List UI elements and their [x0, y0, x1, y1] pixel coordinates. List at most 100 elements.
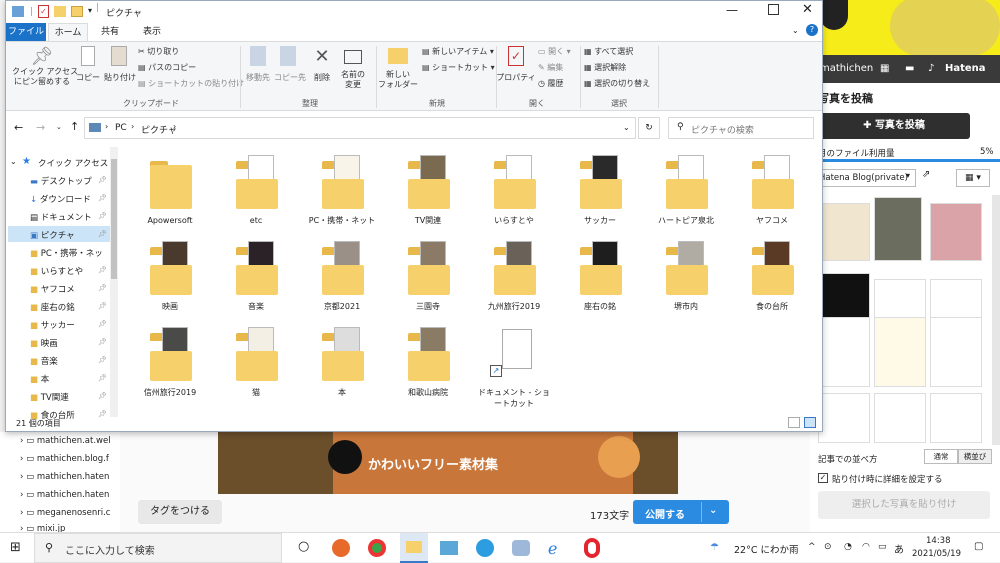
tree-item[interactable]: › ▭ mathichen.blog.f: [20, 454, 109, 464]
folder-item[interactable]: 猫: [220, 325, 292, 409]
edge-icon[interactable]: [476, 539, 494, 557]
folder-item[interactable]: ハートピア泉北: [650, 153, 722, 237]
delete-button[interactable]: ✕ 削除: [310, 46, 334, 83]
view-toggle[interactable]: ▦ ▾: [956, 169, 990, 187]
photo-thumb[interactable]: [930, 393, 982, 443]
photo-thumb[interactable]: [930, 203, 982, 261]
maximize-button[interactable]: [768, 4, 779, 15]
folder-item[interactable]: TV関連: [392, 153, 464, 237]
tree-item[interactable]: › ▭ meganenosenri.c: [20, 508, 110, 518]
paste-photo-button[interactable]: 選択した写真を貼り付け: [818, 491, 990, 519]
nav-desktop[interactable]: ▬ デスクトップ: [30, 175, 92, 187]
tray-icon[interactable]: ◔: [844, 542, 852, 552]
folder-item[interactable]: ヤフコメ: [736, 153, 808, 237]
tab-share[interactable]: 共有: [90, 23, 130, 41]
weather-text[interactable]: 22°C にわか雨: [734, 542, 799, 556]
folder-item[interactable]: サッカー: [564, 153, 636, 237]
details-view-icon[interactable]: [788, 417, 800, 428]
pin-icon[interactable]: 📌︎: [98, 176, 107, 184]
pin-icon[interactable]: 📌︎: [98, 266, 107, 274]
tree-item[interactable]: › ▭ mathichen.haten: [20, 472, 109, 482]
tree-item[interactable]: › ▭ mathichen.haten: [20, 490, 109, 500]
firefox-icon[interactable]: [332, 539, 350, 557]
nav-folder[interactable]: ■ 音楽: [30, 355, 58, 367]
shortcut-item[interactable]: ↗ ドキュメント - ショートカット: [478, 325, 550, 409]
copy-button[interactable]: コピー: [76, 46, 100, 83]
nav-folder[interactable]: ■ 座右の銘: [30, 301, 75, 313]
open-button[interactable]: ▭ 開く ▾: [538, 46, 571, 57]
battery-icon[interactable]: ▭: [878, 542, 887, 552]
folder-item[interactable]: 三園寺: [392, 239, 464, 323]
nav-folder[interactable]: ■ サッカー: [30, 319, 75, 331]
ie-icon[interactable]: ℯ: [548, 539, 557, 558]
new-folder-button[interactable]: 新しい フォルダー: [378, 46, 418, 90]
photo-thumb[interactable]: [930, 317, 982, 387]
paste-shortcut-button[interactable]: ▤ ショートカットの貼り付け: [138, 78, 244, 89]
comment-icon[interactable]: ▬: [905, 63, 914, 74]
pin-icon[interactable]: 📌︎: [98, 194, 107, 202]
nav-folder[interactable]: ■ いらすとや: [30, 265, 83, 277]
nav-folder[interactable]: ■ PC・携帯・ネッ: [30, 247, 103, 259]
user-name[interactable]: mathichen: [820, 63, 873, 74]
folder-item[interactable]: etc: [220, 153, 292, 237]
notification-icon[interactable]: ▢: [974, 541, 983, 552]
edit-button[interactable]: ✎ 編集: [538, 62, 563, 73]
clock-time[interactable]: 14:38: [926, 536, 951, 546]
file-explorer-icon[interactable]: [400, 533, 428, 563]
close-button[interactable]: ✕: [802, 2, 813, 17]
windows-start-icon[interactable]: ⊞: [10, 540, 21, 555]
pin-icon[interactable]: 📌︎: [98, 212, 107, 220]
recent-chevron-icon[interactable]: ⌄: [56, 123, 62, 131]
ime-indicator[interactable]: あ: [894, 541, 904, 556]
folder-item[interactable]: 京都2021: [306, 239, 378, 323]
hatena-logo[interactable]: Hatena: [945, 63, 986, 74]
new-item-button[interactable]: ▤ 新しいアイテム ▾: [422, 46, 494, 57]
breadcrumb-sep[interactable]: ›: [105, 122, 108, 131]
sort-side-button[interactable]: 横並び: [958, 449, 992, 464]
folder-item[interactable]: 座右の銘: [564, 239, 636, 323]
folder-item[interactable]: 本: [306, 325, 378, 409]
photo-thumb[interactable]: [874, 197, 922, 261]
rename-button[interactable]: 名前の 変更: [338, 46, 368, 90]
copy-to-button[interactable]: コピー先: [274, 46, 306, 83]
nav-documents[interactable]: ▤ ドキュメント: [30, 211, 92, 223]
folder-item[interactable]: 食の台所: [736, 239, 808, 323]
cut-button[interactable]: ✂ 切り取り: [138, 46, 179, 57]
invert-selection-button[interactable]: ▦ 選択の切り替え: [584, 78, 650, 89]
pin-icon[interactable]: 📌︎: [98, 374, 107, 382]
photo-thumb[interactable]: [818, 317, 870, 387]
photo-thumb[interactable]: [874, 393, 926, 443]
task-view-icon[interactable]: ○: [298, 539, 309, 554]
address-bar[interactable]: › PC › ピクチャ › ⌄: [84, 117, 636, 139]
move-to-button[interactable]: 移動先: [244, 46, 272, 83]
photo-thumb[interactable]: [818, 393, 870, 443]
taskbar-search[interactable]: ⚲ ここに入力して検索: [34, 533, 282, 563]
large-icons-view-icon[interactable]: [804, 417, 816, 428]
breadcrumb-pc[interactable]: PC: [115, 123, 127, 133]
clock-date[interactable]: 2021/05/19: [912, 549, 961, 559]
new-folder-icon[interactable]: [54, 6, 66, 17]
breadcrumb-sep[interactable]: ›: [173, 122, 176, 131]
tray-icon[interactable]: ⊙: [824, 542, 832, 552]
folder-item[interactable]: PC・携帯・ネット: [306, 153, 378, 237]
breadcrumb-sep[interactable]: ›: [131, 122, 134, 131]
publish-button[interactable]: 公開する ⌄: [633, 500, 729, 524]
copy-path-button[interactable]: ▤ パスのコピー: [138, 62, 196, 73]
nav-folder[interactable]: ■ 本: [30, 373, 49, 385]
tree-item[interactable]: › ▭ mathichen.at.wel: [20, 436, 111, 446]
properties-icon[interactable]: ✓: [38, 5, 49, 18]
paint-icon[interactable]: [512, 540, 530, 556]
pin-icon[interactable]: 📌︎: [98, 284, 107, 292]
pin-icon[interactable]: 📌︎: [98, 320, 107, 328]
tab-home[interactable]: ホーム: [48, 23, 88, 41]
scrollbar[interactable]: [992, 195, 1000, 445]
pin-icon[interactable]: 📌︎: [98, 392, 107, 400]
select-all-button[interactable]: ▦ すべて選択: [584, 46, 633, 57]
expand-chevron-icon[interactable]: ⌄: [10, 157, 17, 166]
nav-folder[interactable]: ■ TV関連: [30, 391, 69, 403]
nav-folder[interactable]: ■ 映画: [30, 337, 58, 349]
breadcrumb-pictures[interactable]: ピクチャ: [141, 123, 177, 136]
nav-pictures[interactable]: ▣ ピクチャ: [30, 229, 75, 241]
folder-icon[interactable]: [71, 6, 83, 17]
minimize-button[interactable]: —: [726, 3, 738, 17]
